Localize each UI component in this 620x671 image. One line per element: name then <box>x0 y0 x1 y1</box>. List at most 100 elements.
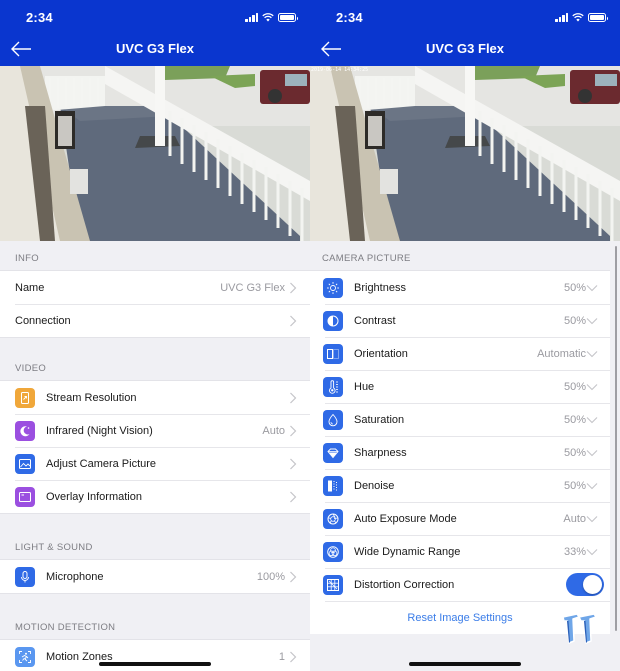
wifi-icon <box>572 13 584 22</box>
brightness-icon <box>323 277 343 298</box>
camera-picture-list: Brightness 50% Contrast 50% Orientation … <box>310 270 610 634</box>
home-indicator[interactable] <box>409 662 521 666</box>
nav-bar: UVC G3 Flex <box>310 32 620 66</box>
chevron-right-icon <box>289 315 297 327</box>
overlay-icon <box>15 486 35 507</box>
chevron-right-icon <box>289 425 297 437</box>
row-name[interactable]: Name UVC G3 Flex <box>0 271 310 304</box>
chevron-right-icon <box>289 491 297 503</box>
row-label: Distortion Correction <box>354 578 455 591</box>
row-value: Automatic <box>537 347 586 360</box>
distortion-correction-icon <box>323 574 343 595</box>
chevron-down-icon <box>586 284 598 292</box>
row-label: Connection <box>15 314 71 327</box>
chevron-down-icon <box>586 383 598 391</box>
section-header-video: VIDEO <box>15 363 47 374</box>
section-header-info: INFO <box>15 253 39 264</box>
row-label: Saturation <box>354 413 405 426</box>
row-label: Hue <box>354 380 375 393</box>
row-value: 50% <box>563 413 586 426</box>
row-motion-zones[interactable]: Motion Zones 1 <box>0 640 310 671</box>
row-overlay-information[interactable]: Overlay Information <box>0 480 310 513</box>
row-value: 1 <box>278 650 285 663</box>
light-sound-list: Microphone 100% <box>0 559 310 594</box>
camera-timestamp: 2019-06-14 14:34:25 <box>311 67 369 73</box>
status-bar: 2:34 <box>310 0 620 32</box>
row-distortion-correction: Distortion Correction <box>310 568 610 601</box>
row-label: Infrared (Night Vision) <box>46 424 153 437</box>
row-label: Motion Zones <box>46 650 113 663</box>
picture-icon <box>15 453 35 474</box>
row-value: 50% <box>563 314 586 327</box>
microphone-icon <box>15 566 35 587</box>
row-value: 33% <box>563 545 586 558</box>
camera-preview[interactable]: 2019-06-14 14:34:25 <box>310 66 620 241</box>
row-brightness[interactable]: Brightness 50% <box>310 271 610 304</box>
watermark-logo <box>562 613 597 644</box>
row-value: 50% <box>563 446 586 459</box>
row-value: 50% <box>563 281 586 294</box>
battery-icon <box>588 13 608 22</box>
row-connection[interactable]: Connection <box>0 304 310 337</box>
row-sharpness[interactable]: Sharpness 50% <box>310 436 610 469</box>
video-list: Stream Resolution Infrared (Night Vision… <box>0 380 310 514</box>
chevron-down-icon <box>586 350 598 358</box>
moon-icon <box>15 420 35 441</box>
home-indicator[interactable] <box>99 662 211 666</box>
auto-exposure-icon <box>323 508 343 529</box>
row-microphone[interactable]: Microphone 100% <box>0 560 310 593</box>
reset-image-settings-button[interactable]: Reset Image Settings <box>407 612 512 624</box>
row-saturation[interactable]: Saturation 50% <box>310 403 610 436</box>
camera-preview[interactable] <box>0 66 310 241</box>
row-hue[interactable]: Hue 50% <box>310 370 610 403</box>
left-screen: 2:34 UVC G3 Flex INFO Name UVC G3 Flex C… <box>0 0 310 671</box>
row-label: Wide Dynamic Range <box>354 545 461 558</box>
chevron-down-icon <box>586 548 598 556</box>
page-title: UVC G3 Flex <box>425 41 505 56</box>
row-label: Orientation <box>354 347 408 360</box>
row-stream-resolution[interactable]: Stream Resolution <box>0 381 310 414</box>
row-infrared[interactable]: Infrared (Night Vision) Auto <box>0 414 310 447</box>
camera-image <box>310 66 620 241</box>
chevron-right-icon <box>289 571 297 583</box>
status-time: 2:34 <box>336 10 363 25</box>
row-wide-dynamic-range[interactable]: Wide Dynamic Range 33% <box>310 535 610 568</box>
row-label: Contrast <box>354 314 396 327</box>
battery-icon <box>278 13 298 22</box>
chevron-right-icon <box>289 282 297 294</box>
row-label: Auto Exposure Mode <box>354 512 457 525</box>
scrollbar[interactable] <box>615 246 617 631</box>
chevron-down-icon <box>586 317 598 325</box>
sharpness-icon <box>323 442 343 463</box>
row-contrast[interactable]: Contrast 50% <box>310 304 610 337</box>
signal-icon <box>245 13 258 22</box>
row-auto-exposure-mode[interactable]: Auto Exposure Mode Auto <box>310 502 610 535</box>
row-value: 100% <box>256 570 285 583</box>
chevron-down-icon <box>586 449 598 457</box>
chevron-down-icon <box>586 515 598 523</box>
chevron-right-icon <box>289 651 297 663</box>
row-value: 50% <box>563 479 586 492</box>
motion-zones-icon <box>15 646 35 667</box>
nav-bar: UVC G3 Flex <box>0 32 310 66</box>
row-denoise[interactable]: Denoise 50% <box>310 469 610 502</box>
distortion-correction-toggle[interactable] <box>566 573 604 596</box>
orientation-icon <box>323 343 343 364</box>
chevron-right-icon <box>289 458 297 470</box>
row-orientation[interactable]: Orientation Automatic <box>310 337 610 370</box>
row-label: Overlay Information <box>46 490 142 503</box>
hue-icon <box>323 376 343 397</box>
row-adjust-camera-picture[interactable]: Adjust Camera Picture <box>0 447 310 480</box>
saturation-icon <box>323 409 343 430</box>
row-label: Denoise <box>354 479 395 492</box>
row-label: Microphone <box>46 570 104 583</box>
section-header-light-sound: LIGHT & SOUND <box>15 542 93 553</box>
denoise-icon <box>323 475 343 496</box>
chevron-right-icon <box>289 392 297 404</box>
row-value: 50% <box>563 380 586 393</box>
status-bar: 2:34 <box>0 0 310 32</box>
row-value: UVC G3 Flex <box>220 281 285 294</box>
row-label: Name <box>15 281 45 294</box>
motion-detection-list: Motion Zones 1 <box>0 639 310 671</box>
camera-image <box>0 66 310 241</box>
